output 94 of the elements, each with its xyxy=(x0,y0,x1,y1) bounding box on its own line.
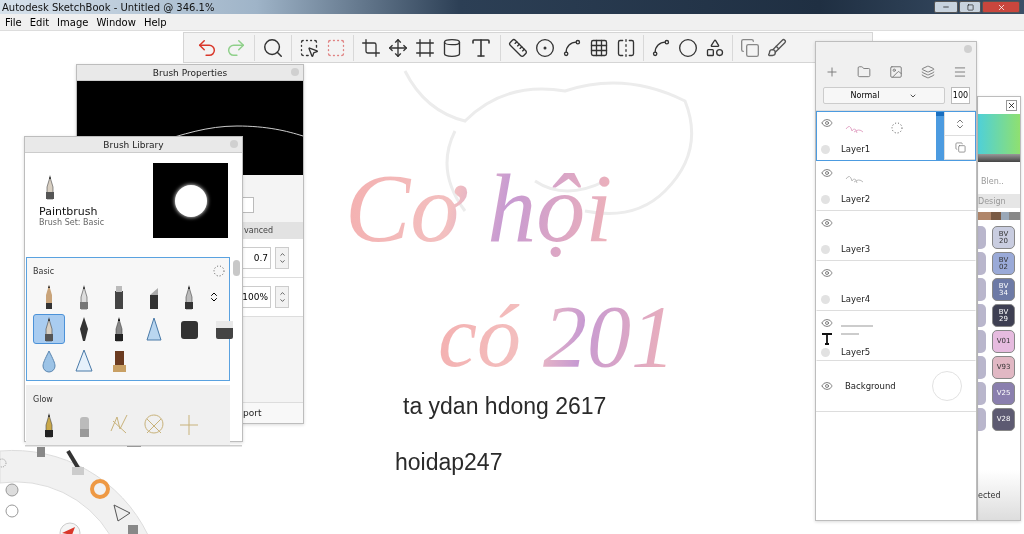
dropdown[interactable] xyxy=(243,197,254,213)
merge-icon[interactable] xyxy=(921,65,935,79)
layer-name: Layer2 xyxy=(841,194,872,204)
swatch-strip[interactable] xyxy=(978,212,1020,220)
layer-name: Layer3 xyxy=(841,244,872,254)
layer-name: Background xyxy=(845,381,896,391)
eye-icon[interactable] xyxy=(821,117,833,129)
layer-name: Layer1 xyxy=(841,144,872,154)
dotted-circle-icon[interactable] xyxy=(213,265,225,277)
layer-name: Layer4 xyxy=(841,294,872,304)
footer-label[interactable]: port xyxy=(243,402,303,423)
layer-row[interactable]: Layer1 xyxy=(816,111,976,161)
perspective-grid-icon[interactable] xyxy=(589,37,609,58)
value-field[interactable]: 100% xyxy=(243,286,271,308)
brush-icon[interactable] xyxy=(767,37,787,58)
brush-name: Paintbrush xyxy=(39,205,99,218)
tab[interactable]: vanced xyxy=(243,222,303,239)
section-title: Glow xyxy=(33,394,53,404)
layer-row[interactable]: Layer5 xyxy=(816,311,976,361)
panel-title: Brush Properties xyxy=(152,67,228,78)
restore-icon xyxy=(966,3,974,11)
marker-swatch[interactable] xyxy=(978,304,986,327)
layer-name: Layer5 xyxy=(841,347,872,357)
minimize-icon xyxy=(942,3,950,11)
value-bar[interactable] xyxy=(978,154,1020,162)
canvas-text: ta ydan hdong 2617 xyxy=(403,395,607,418)
circle-icon[interactable] xyxy=(678,37,698,58)
eye-icon[interactable] xyxy=(821,380,833,392)
panel-title: Brush Library xyxy=(103,139,164,150)
duplicate-icon[interactable] xyxy=(954,142,966,153)
layer-radio[interactable] xyxy=(821,194,830,204)
layer-radio[interactable] xyxy=(821,294,830,304)
shapes-icon[interactable] xyxy=(705,37,725,58)
ellipse-icon[interactable] xyxy=(535,37,555,58)
eye-icon[interactable] xyxy=(821,167,833,179)
background-color-swatch[interactable] xyxy=(932,371,962,401)
copic-label: Blen.. xyxy=(981,177,1005,186)
layer-radio[interactable] xyxy=(821,144,830,154)
reorder-icon[interactable] xyxy=(208,291,220,303)
opacity-field[interactable]: 100 xyxy=(951,87,970,104)
spinner[interactable] xyxy=(275,247,289,269)
layer-radio[interactable] xyxy=(821,244,830,254)
scrollbar[interactable] xyxy=(233,260,240,276)
symmetry-icon[interactable] xyxy=(616,37,636,58)
dashed-square-icon[interactable] xyxy=(326,37,346,58)
stroke-icon[interactable] xyxy=(651,37,671,58)
marker-swatch[interactable] xyxy=(978,330,986,353)
section-title: Basic xyxy=(33,266,55,276)
layer-row[interactable]: Layer4 xyxy=(816,261,976,311)
layer-thumbnail-drawing xyxy=(841,324,873,335)
add-icon[interactable] xyxy=(825,65,839,79)
color-gradient[interactable] xyxy=(978,114,1020,154)
search-icon[interactable] xyxy=(262,36,284,59)
dotted-circle-icon xyxy=(891,122,903,134)
close-icon[interactable] xyxy=(1006,100,1017,111)
restore-button[interactable] xyxy=(959,1,981,13)
text-layer-icon xyxy=(821,333,833,345)
crop-icon[interactable] xyxy=(361,37,381,58)
cylinder-icon[interactable] xyxy=(442,37,462,58)
layer-row[interactable]: Layer3 xyxy=(816,211,976,261)
marker-swatch[interactable] xyxy=(978,226,986,249)
layer-row[interactable]: Background xyxy=(816,361,976,412)
brush-set: Brush Set: Basic xyxy=(39,218,105,227)
curve-icon[interactable] xyxy=(562,37,582,58)
move-icon[interactable] xyxy=(388,37,408,58)
marker-swatch[interactable] xyxy=(978,382,986,405)
image-icon[interactable] xyxy=(889,65,903,79)
canvas-text: hoidap247 xyxy=(395,451,503,474)
menu-item[interactable]: Image xyxy=(57,16,89,28)
menu-item[interactable]: Edit xyxy=(29,16,50,28)
selection-icon[interactable] xyxy=(299,37,319,58)
eye-icon[interactable] xyxy=(821,317,833,329)
eye-icon[interactable] xyxy=(821,217,833,229)
marker-swatch[interactable] xyxy=(978,408,986,431)
menu-icon[interactable] xyxy=(953,65,967,79)
marker-swatch[interactable] xyxy=(978,356,986,379)
close-icon xyxy=(996,2,1006,12)
window-title: Autodesk SketchBook - Untitled @ 346.1% xyxy=(2,1,215,13)
minimize-button[interactable] xyxy=(934,1,958,13)
ruler-icon[interactable] xyxy=(508,37,528,58)
menu-item[interactable]: File xyxy=(5,16,22,28)
layer-radio[interactable] xyxy=(821,347,830,357)
layer-row[interactable]: Layer2 xyxy=(816,161,976,211)
value-field[interactable]: 0.7 xyxy=(243,247,271,269)
spinner[interactable] xyxy=(275,286,289,308)
menu-item[interactable]: Window xyxy=(96,16,136,28)
menu-item[interactable]: Help xyxy=(143,16,167,28)
marker-swatch[interactable] xyxy=(978,252,986,275)
copy-icon[interactable] xyxy=(740,37,760,58)
blend-mode-dropdown[interactable]: Normal xyxy=(823,87,945,104)
folder-icon[interactable] xyxy=(857,65,871,79)
marker-swatch[interactable] xyxy=(978,278,986,301)
footer-label[interactable]: ected xyxy=(978,470,1020,520)
eye-icon[interactable] xyxy=(821,267,833,279)
